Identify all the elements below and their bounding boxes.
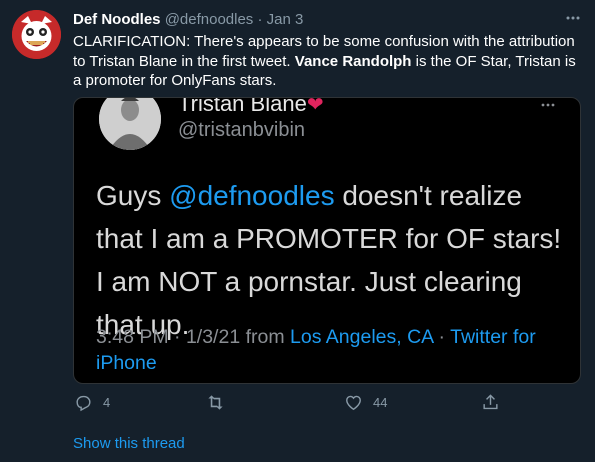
like-count: 44 <box>373 395 388 410</box>
reply-icon <box>74 393 93 412</box>
embedded-meta: 3:48 PM · 1/3/21 from Los Angeles, CA · … <box>96 324 566 376</box>
tweet-date[interactable]: Jan 3 <box>267 11 304 28</box>
more-horizontal-icon[interactable] <box>565 10 581 26</box>
separator: · <box>257 11 263 28</box>
author-avatar[interactable] <box>12 10 61 59</box>
tweet-header: Def Noodles @defnoodles · Jan 3 <box>73 11 303 29</box>
retweet-icon <box>206 393 225 412</box>
embedded-mention: @defnoodles <box>169 180 335 211</box>
embedded-tweet-text: Guys @defnoodles doesn't realize that I … <box>96 174 566 346</box>
reply-button[interactable]: 4 <box>74 393 110 412</box>
embedded-time: 3:48 PM · 1/3/21 from <box>96 326 291 348</box>
tweet-actions: 4 44 <box>74 393 504 415</box>
reply-count: 4 <box>103 395 111 410</box>
embedded-meta-sep: · <box>433 326 451 348</box>
retweet-button[interactable] <box>206 393 225 412</box>
share-icon <box>481 393 500 412</box>
tweet-text: CLARIFICATION: There's appears to be som… <box>73 32 578 91</box>
tweet-text-bold: Vance Randolph <box>294 52 412 70</box>
author-name[interactable]: Def Noodles <box>73 11 161 28</box>
tweet[interactable]: Def Noodles @defnoodles · Jan 3 CLARIFIC… <box>0 0 595 462</box>
show-thread-link[interactable]: Show this thread <box>73 435 185 452</box>
embedded-author-name: Tristan Blane❤ <box>178 97 324 117</box>
author-handle[interactable]: @defnoodles <box>165 11 254 28</box>
heart-emoji-icon: ❤ <box>306 97 324 116</box>
embedded-name-text: Tristan Blane <box>178 97 307 116</box>
like-button[interactable]: 44 <box>344 393 387 412</box>
embedded-text-1: Guys <box>96 180 170 211</box>
more-horizontal-icon <box>540 98 556 114</box>
embedded-author-handle: @tristanbvibin <box>178 119 306 141</box>
embedded-avatar <box>99 98 161 150</box>
embedded-location: Los Angeles, CA <box>290 326 434 348</box>
embedded-tweet-image[interactable]: Tristan Blane❤ @tristanbvibin Guys @defn… <box>73 97 581 384</box>
share-button[interactable] <box>481 393 500 412</box>
heart-icon <box>344 393 363 412</box>
